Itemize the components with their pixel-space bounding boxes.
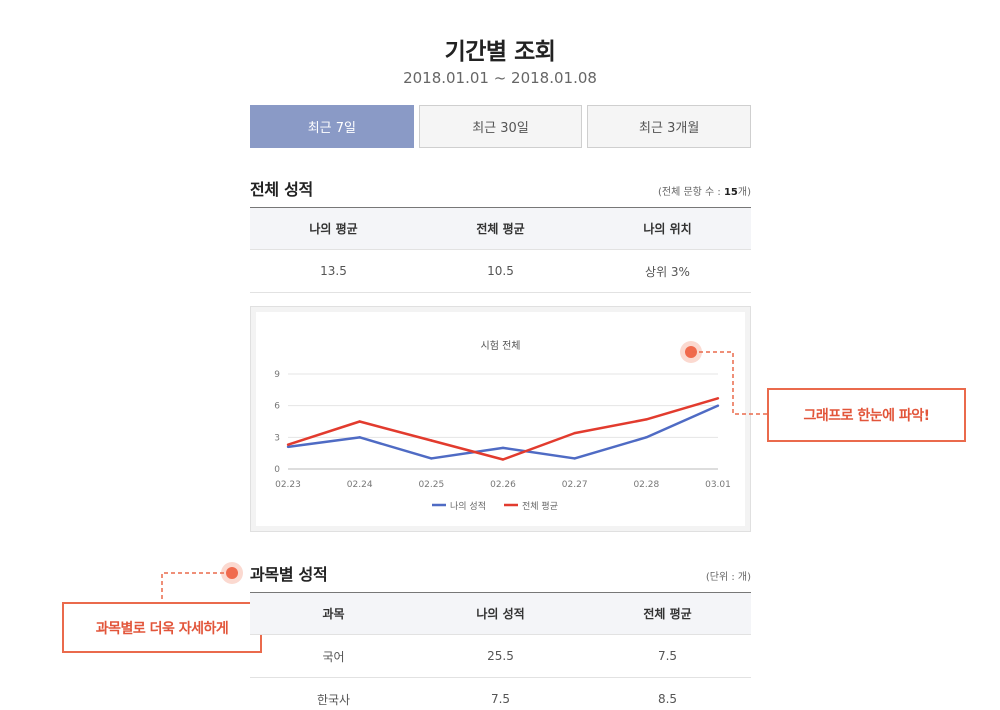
header-subject-average: 전체 평균 — [584, 592, 751, 635]
table-row: 한국사 7.5 8.5 — [250, 677, 751, 710]
data-point — [645, 418, 648, 421]
graph-callout: 그래프로 한눈에 파악! — [767, 388, 966, 442]
chart-title: 시험 전체 — [481, 340, 521, 352]
series-line-1 — [287, 404, 719, 460]
y-tick-label: 9 — [274, 370, 280, 380]
my-rank-value: 상위 3% — [584, 249, 751, 293]
header-total-average: 전체 평균 — [417, 207, 584, 250]
header-my-rank: 나의 위치 — [584, 207, 751, 250]
x-tick-label: 02.27 — [562, 480, 588, 490]
header-my-score: 나의 성적 — [417, 592, 584, 635]
period-tabs: 최근 7일 최근 30일 최근 3개월 — [250, 105, 752, 148]
score-chart-panel: 시험 전체 0 3 6 9 02.23 02.24 02.25 02.26 02.27 02.28 0… — [250, 306, 751, 532]
subject-average: 8.5 — [584, 677, 751, 710]
table-row: 13.5 10.5 상위 3% — [250, 249, 751, 293]
data-point — [645, 436, 648, 439]
x-tick-label: 02.23 — [275, 480, 301, 490]
series-line-2 — [287, 397, 719, 461]
data-point — [286, 443, 290, 446]
x-tick-label: 03.01 — [705, 480, 731, 490]
data-point — [286, 445, 290, 449]
x-tick-label: 02.28 — [633, 480, 659, 490]
overall-section-header: 전체 성적 (전체 문항 수 : 15개) — [250, 176, 751, 200]
data-point — [573, 457, 576, 460]
data-point — [430, 439, 433, 442]
y-tick-label: 0 — [274, 465, 280, 475]
subject-my-score: 7.5 — [417, 677, 584, 710]
score-line-chart: 시험 전체 0 3 6 9 02.23 02.24 02.25 02.26 02.27 02.28 0… — [274, 340, 731, 512]
header-my-average: 나의 평균 — [250, 207, 417, 250]
overall-section-title: 전체 성적 — [250, 180, 313, 199]
overall-score-table: 나의 평균 전체 평균 나의 위치 13.5 10.5 상위 3% — [250, 207, 751, 293]
data-point — [501, 446, 505, 450]
legend-label: 나의 성적 — [450, 500, 486, 512]
y-tick-label: 3 — [274, 433, 280, 443]
tab-recent-3-months[interactable]: 최근 3개월 — [587, 105, 752, 148]
x-tick-label: 02.25 — [418, 480, 444, 490]
legend-label: 전체 평균 — [522, 501, 558, 512]
data-point — [358, 420, 361, 423]
date-range: 2018.01.01 ~ 2018.01.08 — [403, 69, 597, 87]
subject-average: 7.5 — [584, 634, 751, 678]
data-point — [430, 457, 433, 460]
tab-recent-7-days[interactable]: 최근 7일 — [250, 105, 414, 148]
total-questions-count: 15 — [723, 187, 738, 198]
subject-section-title: 과목별 성적 — [250, 565, 328, 584]
x-tick-label: 02.26 — [490, 480, 516, 490]
subject-section-header: 과목별 성적 (단위 : 개) — [250, 561, 751, 585]
y-tick-label: 6 — [274, 402, 280, 412]
subject-my-score: 25.5 — [417, 634, 584, 678]
data-point — [573, 431, 576, 435]
subject-score-table: 과목 나의 성적 전체 평균 국어 25.5 7.5 한국사 7.5 8.5 — [250, 592, 751, 710]
subject-callout-connector — [161, 572, 224, 602]
data-point — [358, 436, 361, 439]
page-title: 기간별 조회 — [444, 39, 556, 65]
unit-note: (단위 : 개) — [705, 572, 751, 583]
my-average-value: 13.5 — [250, 249, 417, 293]
tab-recent-30-days[interactable]: 최근 30일 — [418, 105, 583, 148]
table-row: 국어 25.5 7.5 — [250, 634, 751, 678]
subject-name: 한국사 — [250, 677, 417, 710]
header-subject: 과목 — [250, 592, 417, 635]
total-average-value: 10.5 — [417, 249, 584, 293]
graph-callout-connector — [692, 351, 768, 415]
x-tick-label: 02.24 — [347, 480, 373, 490]
total-questions-note: (전체 문항 수 : 15개) — [657, 187, 751, 198]
subject-callout: 과목별로 더욱 자세하게 — [62, 602, 262, 653]
subject-name: 국어 — [250, 634, 417, 678]
data-point — [501, 458, 505, 461]
